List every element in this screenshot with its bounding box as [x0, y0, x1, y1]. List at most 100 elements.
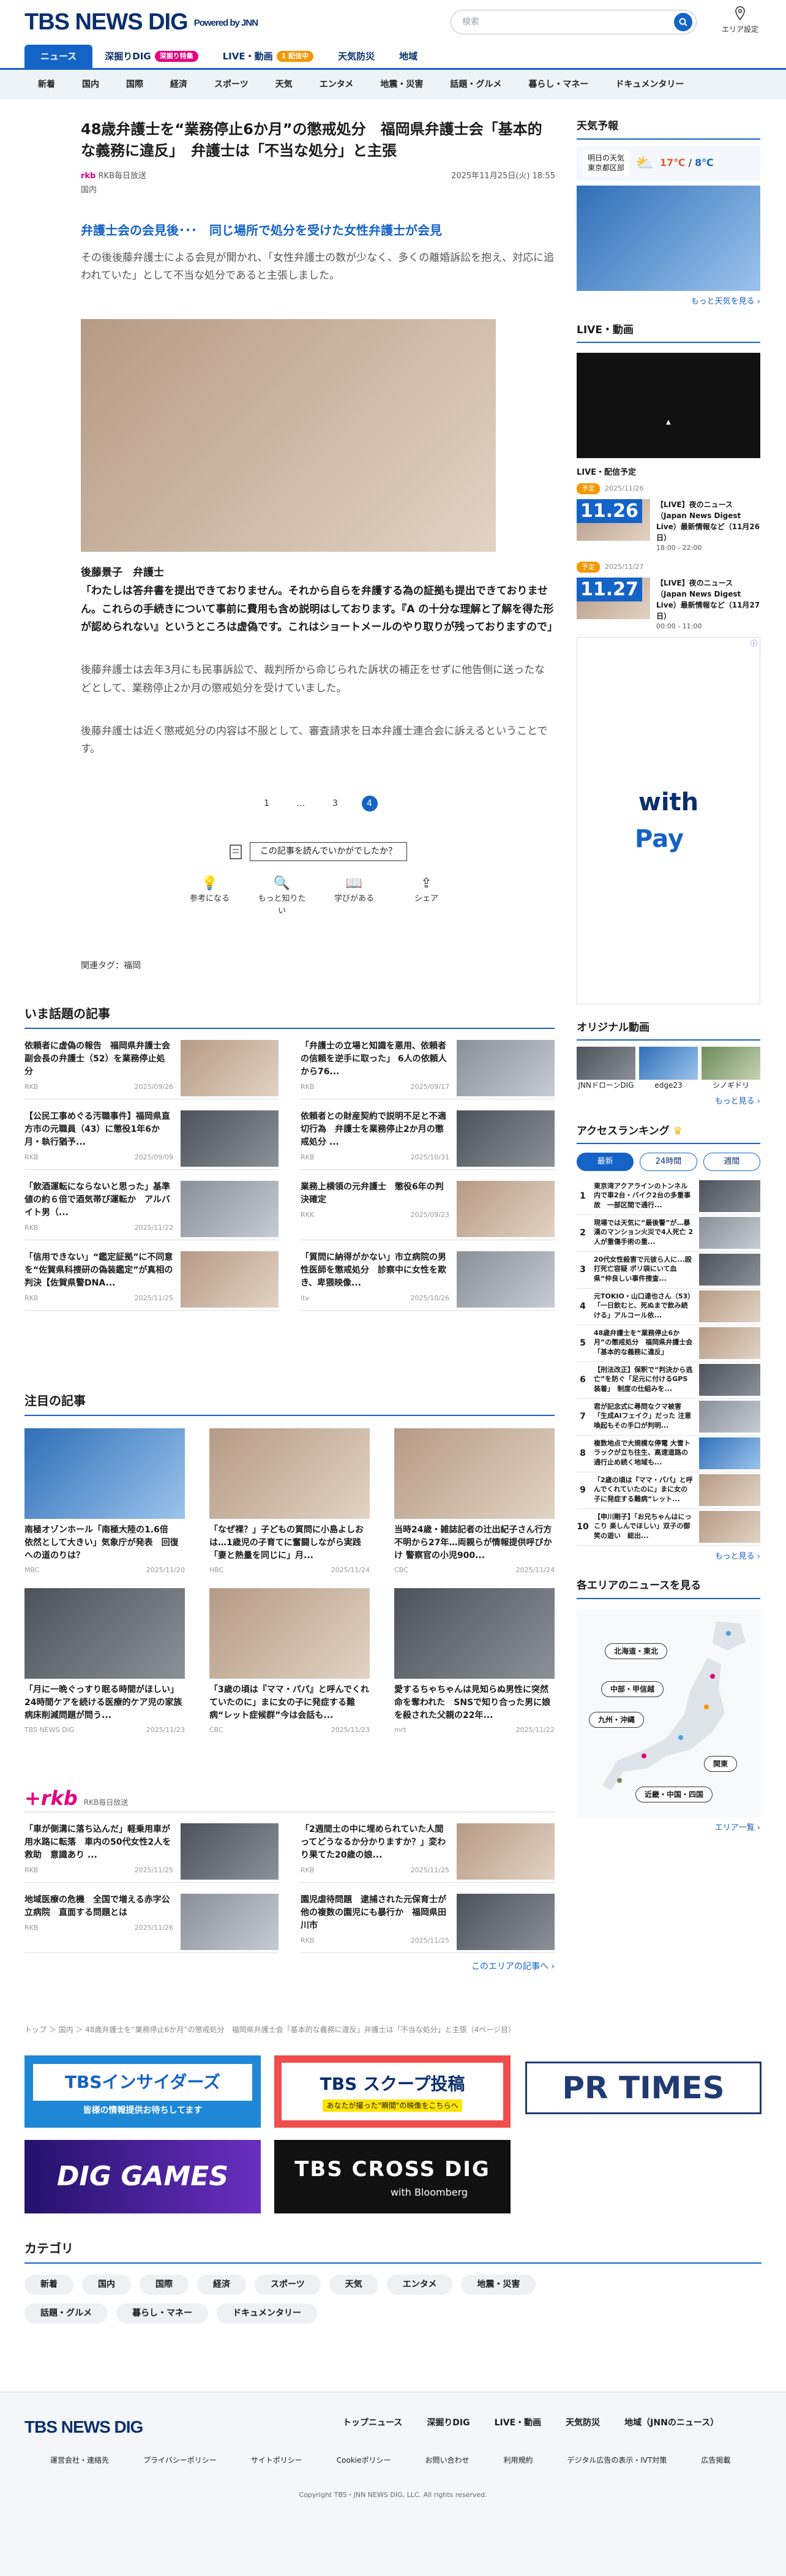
category-chip[interactable]: 地震・災害: [461, 2275, 536, 2295]
nav-weather[interactable]: 天気防災: [326, 45, 387, 68]
breadcrumb[interactable]: トップ ＞ 国内 ＞ 48歳弁護士を“業務停止6か月”の懲戒処分 福岡県弁護士会…: [24, 2024, 762, 2035]
tab-latest[interactable]: 最新: [577, 1153, 634, 1171]
page-link[interactable]: 1: [259, 796, 275, 812]
category-link[interactable]: 天気: [262, 78, 306, 91]
article-item[interactable]: 依頼者との財産契約で説明不足と不適切行為 弁護士を業務停止2か月の懲戒処分 ..…: [301, 1099, 555, 1170]
footer-link[interactable]: Cookieポリシー: [337, 2455, 391, 2466]
article-item[interactable]: 「飲酒運転にならないと思った」基準値の約６倍で酒気帯び運転か アルバイト男（..…: [24, 1170, 279, 1240]
category-link[interactable]: 地震・災害: [367, 78, 436, 91]
weather-map[interactable]: [577, 186, 760, 292]
category-link[interactable]: 新着: [24, 78, 69, 91]
footer-link[interactable]: プライバシーポリシー: [143, 2455, 217, 2466]
tab-weekly[interactable]: 週間: [703, 1153, 760, 1171]
original-video-item[interactable]: JNNドローンDIG: [577, 1047, 635, 1091]
nav-news[interactable]: ニュース: [24, 45, 93, 68]
schedule-item[interactable]: 11.26 【LIVE】夜のニュース（Japan News Digest Liv…: [577, 499, 760, 554]
footer-nav-link[interactable]: トップニュース: [343, 2417, 402, 2430]
footer-link[interactable]: サイトポリシー: [251, 2455, 302, 2466]
ranking-item[interactable]: 1 東京湾アクアラインのトンネル内で車2台・バイク2台の多重事故 一部区間で通行.…: [577, 1178, 760, 1215]
article-item[interactable]: 地域医療の危機 全国で増える赤字公立病院 直面する問題とは RKB 2025/11/…: [24, 1883, 279, 1953]
search-input[interactable]: 検索: [462, 16, 674, 29]
category-chip[interactable]: 国際: [140, 2275, 189, 2295]
ranking-item[interactable]: 7 君が記念式に尋問なクマ被害「生成AIフェイク」だった 注意喚起もその手口が判明…: [577, 1399, 760, 1436]
article-item[interactable]: 依頼者に虚偽の報告 福岡県弁護士会副会長の弁護士（52）を業務停止処分 RKB 20…: [24, 1029, 279, 1099]
article-card[interactable]: 南極オゾンホール「南極大陸の1.6倍 依然として大きい」気象庁が発表 回復への道…: [24, 1428, 185, 1588]
area-kyushu[interactable]: 九州・沖縄: [589, 1711, 645, 1728]
area-tohoku[interactable]: 北海道・東北: [605, 1643, 668, 1659]
nav-region[interactable]: 地域: [387, 45, 430, 68]
category-link[interactable]: 国内: [69, 78, 113, 91]
category-link[interactable]: エンタメ: [306, 78, 367, 91]
article-item[interactable]: 「信用できない」“鑑定証拠”に不同意を“佐賀県科捜研の偽装鑑定”が真相の判決【佐…: [24, 1240, 279, 1311]
footer-nav-link[interactable]: LIVE・動画: [495, 2417, 542, 2430]
play-icon[interactable]: ▲: [666, 418, 671, 427]
area-more-link[interactable]: エリア一覧 ›: [577, 1822, 760, 1834]
page-current[interactable]: 4: [361, 796, 378, 812]
page-link[interactable]: 3: [328, 796, 343, 812]
weather-widget[interactable]: 明日の天気 東京都区部 ⛅ 17℃ / 8℃: [577, 145, 760, 181]
footer-link[interactable]: デジタル広告の表示・IVT対策: [567, 2455, 667, 2466]
footer-nav-link[interactable]: 深掘りDIG: [427, 2417, 470, 2430]
nav-live[interactable]: LIVE・動画 1 配信中: [211, 45, 326, 68]
footer-link[interactable]: 広告掲載: [701, 2455, 730, 2466]
category-link[interactable]: 経済: [157, 78, 201, 91]
crossdig-banner[interactable]: TBS CROSS DIG with Bloomberg: [274, 2140, 511, 2213]
ranking-item[interactable]: 3 20代女性殺害で元彼ら人に...殴打死亡容疑 ポリ袋にいて血 県“仲良しい事件…: [577, 1252, 760, 1289]
article-item[interactable]: 業務上横領の元弁護士 懲役6年の判決確定 RKK 2025/09/23: [301, 1170, 555, 1240]
area-setting[interactable]: エリア設定: [719, 6, 762, 35]
article-item[interactable]: 園児虐待問題 逮捕された元保育士が他の複数の園児にも暴行か 福岡県田川市 RKB 2…: [301, 1883, 555, 1953]
tab-24h[interactable]: 24時間: [640, 1153, 697, 1171]
area-kinki[interactable]: 近畿・中国・四国: [635, 1786, 713, 1802]
site-logo[interactable]: TBS NEWS DIG Powered by JNN: [24, 5, 258, 40]
share-button[interactable]: ⇪ シェア: [402, 875, 451, 917]
area-chubu[interactable]: 中部・甲信越: [601, 1681, 664, 1697]
ranking-item[interactable]: 10 【申川剛子】「お兄ちゃんはにっこり 楽しんでほしい」双子の御笑の遊い 総出.…: [577, 1509, 760, 1546]
related-tags[interactable]: 関連タグ：福岡: [81, 960, 555, 973]
article-item[interactable]: 「車が側溝に落ち込んだ」軽乗用車が用水路に転落 車内の50代女性2人を救助 意識…: [24, 1812, 279, 1883]
article-card[interactable]: 当時24歳・雑誌記者の辻出紀子さん行方不明から27年…両親らが情報提供呼びかけ …: [394, 1428, 555, 1588]
live-video-player[interactable]: ▲: [577, 353, 760, 459]
category-link[interactable]: 暮らし・マネー: [515, 78, 602, 91]
category-chip[interactable]: 暮らし・マネー: [116, 2303, 208, 2324]
ranking-item[interactable]: 2 現場では天気に“最後警”が…暴漢のマンション火災で4人死亡 2人が重傷手術の重…: [577, 1215, 760, 1252]
category-chip[interactable]: 国内: [82, 2275, 131, 2295]
ad-info-icon[interactable]: ⓘ: [750, 639, 757, 649]
article-item[interactable]: 「2週間土の中に埋められていた人間ってどうなるか分かりますか？」変わり果てた20…: [301, 1812, 555, 1883]
footer-link[interactable]: 運営会社・連絡先: [50, 2455, 109, 2466]
original-video-item[interactable]: シノギドリ: [702, 1047, 760, 1091]
footer-link[interactable]: お問い合わせ: [425, 2455, 470, 2466]
search-box[interactable]: 検索: [451, 10, 697, 34]
ranking-item[interactable]: 5 48歳弁護士を“業務停止6か月”の懲戒処分 福岡県弁護士会「基本的な義務に違反…: [577, 1325, 760, 1362]
category-chip[interactable]: 経済: [197, 2275, 246, 2295]
footer-logo[interactable]: TBS NEWS DIG: [24, 2414, 143, 2440]
ranking-item[interactable]: 9 「2歳の頃は『ママ・パパ』と呼んでくれていたのに」まに女の子に発症する難病“レ…: [577, 1472, 760, 1509]
footer-link[interactable]: 利用規約: [504, 2455, 533, 2466]
category-link[interactable]: 国際: [113, 78, 157, 91]
category-link[interactable]: 話題・グルメ: [436, 78, 515, 91]
article-card[interactable]: 「3歳の頃は『ママ・パパ』と呼んでくれていたのに」まに女の子に発症する難病“レッ…: [209, 1587, 370, 1748]
local-more-link[interactable]: このエリアの記事へ ›: [24, 1960, 555, 1973]
area-kanto[interactable]: 関東: [704, 1755, 738, 1772]
article-tag[interactable]: 国内: [81, 184, 555, 197]
insiders-banner[interactable]: TBSインサイダーズ 皆様の情報提供お待ちしてます: [24, 2055, 261, 2128]
original-more-link[interactable]: もっと見る ›: [577, 1096, 760, 1108]
ranking-more-link[interactable]: もっと見る ›: [577, 1551, 760, 1563]
advertisement[interactable]: ⓘ with Pay: [577, 636, 760, 1004]
dig-games-banner[interactable]: DIG GAMES: [24, 2140, 261, 2213]
category-chip[interactable]: ドキュメンタリー: [217, 2303, 317, 2324]
ranking-item[interactable]: 6 【刑法改正】保釈で“判決から逃亡”を防ぐ「足元に付けるGPS装着」 制度の仕組…: [577, 1362, 760, 1399]
scoop-banner[interactable]: TBS スクープ投稿 あなたが撮った"瞬間"の映像をこちらへ: [274, 2055, 511, 2128]
original-video-item[interactable]: edge23: [639, 1047, 698, 1091]
prtimes-banner[interactable]: PR TIMES: [525, 2062, 762, 2114]
category-link[interactable]: スポーツ: [201, 78, 262, 91]
schedule-item[interactable]: 11.27 【LIVE】夜のニュース（Japan News Digest Liv…: [577, 578, 760, 632]
search-button[interactable]: [674, 13, 692, 31]
category-chip[interactable]: スポーツ: [255, 2275, 321, 2295]
reaction-more-button[interactable]: 🔍 もっと知りたい: [258, 875, 307, 917]
reaction-helpful-button[interactable]: 💡 参考になる: [185, 875, 234, 917]
ranking-item[interactable]: 8 複数地点で大規模な停電 大雪トラックが立ち往生、高速道路の通行止め続く地域も.…: [577, 1436, 760, 1472]
nav-dig[interactable]: 深掘りDIG 深掘り特集: [92, 45, 210, 68]
article-card[interactable]: 「月に一晩ぐっすり眠る時間がほしい」24時間ケアを続ける医療的ケア児の家族 病床…: [24, 1587, 185, 1748]
category-chip[interactable]: 天気: [329, 2275, 378, 2295]
footer-nav-link[interactable]: 地域（JNNのニュース）: [624, 2417, 719, 2430]
